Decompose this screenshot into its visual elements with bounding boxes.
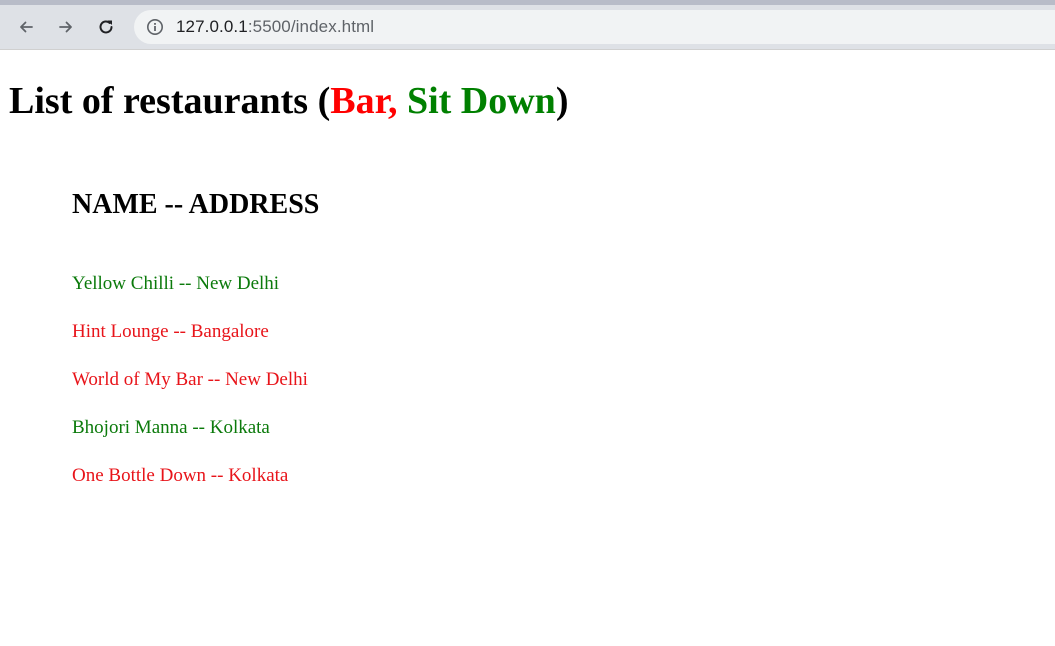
back-button[interactable] (10, 11, 42, 43)
page-title: List of restaurants (Bar, Sit Down) (9, 78, 568, 124)
title-space (397, 80, 407, 122)
list-item: Yellow Chilli -- New Delhi (72, 273, 280, 294)
info-icon[interactable] (146, 18, 164, 36)
address-bar[interactable]: 127.0.0.1:5500/index.html (134, 10, 1055, 44)
url-text[interactable]: 127.0.0.1:5500/index.html (176, 17, 374, 37)
reload-icon (99, 20, 113, 34)
restaurant-list: Yellow Chilli -- New Delhi Hint Lounge -… (72, 272, 308, 512)
forward-button[interactable] (50, 11, 82, 43)
arrow-left-icon (20, 21, 33, 33)
title-prefix: List of restaurants ( (9, 80, 331, 122)
browser-chrome: 127.0.0.1:5500/index.html (0, 0, 1055, 50)
list-item: One Bottle Down -- Kolkata (72, 465, 289, 486)
list-header: NAME -- ADDRESS (72, 189, 320, 220)
list-item: Bhojori Manna -- Kolkata (72, 417, 270, 438)
browser-toolbar: 127.0.0.1:5500/index.html (0, 5, 1055, 49)
url-host: 127.0.0.1 (176, 17, 248, 36)
url-path: :5500/index.html (247, 17, 375, 36)
arrow-right-icon (59, 21, 72, 33)
title-bar-label: Bar, (330, 80, 398, 122)
title-suffix: ) (555, 80, 569, 122)
reload-button[interactable] (90, 11, 122, 43)
list-item: World of My Bar -- New Delhi (72, 369, 308, 390)
list-item: Hint Lounge -- Bangalore (72, 321, 269, 342)
title-sitdown-label: Sit Down (406, 80, 556, 122)
page-content: List of restaurants (Bar, Sit Down) NAME… (0, 50, 1055, 646)
